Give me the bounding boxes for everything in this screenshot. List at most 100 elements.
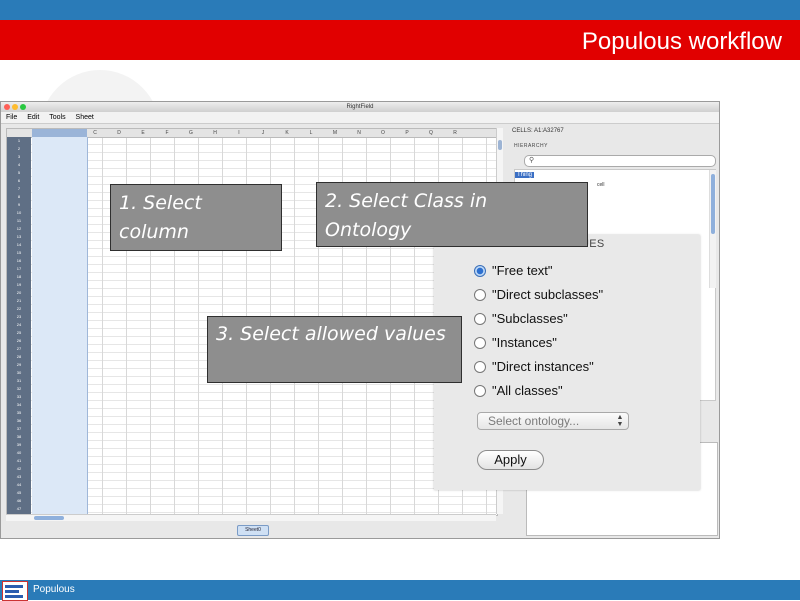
option-label: "Instances" [492,335,557,350]
apply-button[interactable]: Apply [477,450,544,470]
radio-icon[interactable] [474,337,486,349]
row-header-37[interactable]: 37 [7,425,31,433]
row-header-29[interactable]: 29 [7,361,31,369]
row-header-34[interactable]: 34 [7,401,31,409]
callout-step-2: 2. Select Class in Ontology [316,182,588,247]
scrollbar-thumb[interactable] [498,140,502,150]
row-header-28[interactable]: 28 [7,353,31,361]
column-header-k[interactable]: K [275,129,299,137]
row-header-23[interactable]: 23 [7,313,31,321]
column-header-p[interactable]: P [395,129,419,137]
column-header-n[interactable]: N [347,129,371,137]
menu-file[interactable]: File [6,114,17,121]
column-header-j[interactable]: J [251,129,275,137]
row-header-30[interactable]: 30 [7,369,31,377]
row-header-24[interactable]: 24 [7,321,31,329]
column-header-e[interactable]: E [131,129,155,137]
sheet-horizontal-scrollbar[interactable] [6,514,496,521]
row-header-10[interactable]: 10 [7,209,31,217]
row-header-6[interactable]: 6 [7,177,31,185]
column-a-header-selected[interactable] [32,129,87,137]
option-label: "Direct instances" [492,359,594,374]
column-header-q[interactable]: Q [419,129,443,137]
selected-column-a[interactable] [32,137,88,515]
row-header-5[interactable]: 5 [7,169,31,177]
callout-step-3: 3. Select allowed values [207,316,462,383]
slide-title: Populous workflow [581,28,782,55]
row-header-43[interactable]: 43 [7,473,31,481]
row-header-3[interactable]: 3 [7,153,31,161]
column-header-o[interactable]: O [371,129,395,137]
menu-sheet[interactable]: Sheet [76,114,94,121]
tree-vertical-scrollbar[interactable] [709,170,716,288]
radio-icon[interactable] [474,385,486,397]
radio-icon[interactable] [474,289,486,301]
row-header-31[interactable]: 31 [7,377,31,385]
row-header-42[interactable]: 42 [7,465,31,473]
row-header-11[interactable]: 11 [7,217,31,225]
row-header-7[interactable]: 7 [7,185,31,193]
row-header-22[interactable]: 22 [7,305,31,313]
callout-step-1: 1. Select column [110,184,282,251]
option-label: "All classes" [492,383,563,398]
row-header-9[interactable]: 9 [7,201,31,209]
row-header-17[interactable]: 17 [7,265,31,273]
column-header-i[interactable]: I [227,129,251,137]
row-header-44[interactable]: 44 [7,481,31,489]
row-header-18[interactable]: 18 [7,273,31,281]
column-header-g[interactable]: G [179,129,203,137]
row-header-20[interactable]: 20 [7,289,31,297]
tree-node-partial[interactable]: cell [597,182,605,188]
row-header-13[interactable]: 13 [7,233,31,241]
hierarchy-search-input[interactable]: ⚲ [524,155,716,167]
option-label: "Free text" [492,263,553,278]
row-header-25[interactable]: 25 [7,329,31,337]
menu-edit[interactable]: Edit [27,114,39,121]
ontology-select[interactable]: Select ontology... ▲ ▼ [477,412,629,430]
row-header-15[interactable]: 15 [7,249,31,257]
row-header-4[interactable]: 4 [7,161,31,169]
row-header-41[interactable]: 41 [7,457,31,465]
row-header-12[interactable]: 12 [7,225,31,233]
option-label: "Subclasses" [492,311,568,326]
row-header-35[interactable]: 35 [7,409,31,417]
row-header-40[interactable]: 40 [7,449,31,457]
slide-footer-bar [0,580,800,600]
column-header-l[interactable]: L [299,129,323,137]
row-header-39[interactable]: 39 [7,441,31,449]
row-header-46[interactable]: 46 [7,497,31,505]
column-header-m[interactable]: M [323,129,347,137]
tree-node-thing[interactable]: Thing [515,172,535,178]
column-header-h[interactable]: H [203,129,227,137]
row-header-14[interactable]: 14 [7,241,31,249]
radio-selected-icon[interactable] [474,265,486,277]
row-header-32[interactable]: 32 [7,385,31,393]
sheet-tab[interactable]: Sheet0 [237,525,269,536]
menu-tools[interactable]: Tools [49,114,65,121]
row-header-38[interactable]: 38 [7,433,31,441]
row-header-47[interactable]: 47 [7,505,31,513]
row-header-16[interactable]: 16 [7,257,31,265]
radio-icon[interactable] [474,313,486,325]
column-header-f[interactable]: F [155,129,179,137]
row-header-19[interactable]: 19 [7,281,31,289]
row-header-33[interactable]: 33 [7,393,31,401]
scrollbar-thumb[interactable] [34,516,64,520]
row-header-column: 1 2 3 4 5 6 7 8 9 10 11 12 13 14 15 16 17 18 19 20 21 22 23 24 2… [7,137,31,515]
row-header-1[interactable]: 1 [7,137,31,145]
row-header-26[interactable]: 26 [7,337,31,345]
menu-bar: File Edit Tools Sheet [1,112,719,124]
row-header-27[interactable]: 27 [7,345,31,353]
row-header-8[interactable]: 8 [7,193,31,201]
row-header-21[interactable]: 21 [7,297,31,305]
column-header-r[interactable]: R [443,129,467,137]
ontology-select-value: Select ontology... [488,414,580,428]
search-icon: ⚲ [529,157,535,164]
radio-icon[interactable] [474,361,486,373]
row-header-45[interactable]: 45 [7,489,31,497]
row-header-36[interactable]: 36 [7,417,31,425]
window-title: RightField [346,104,374,110]
scrollbar-thumb[interactable] [711,174,715,234]
column-header-d[interactable]: D [107,129,131,137]
row-header-2[interactable]: 2 [7,145,31,153]
